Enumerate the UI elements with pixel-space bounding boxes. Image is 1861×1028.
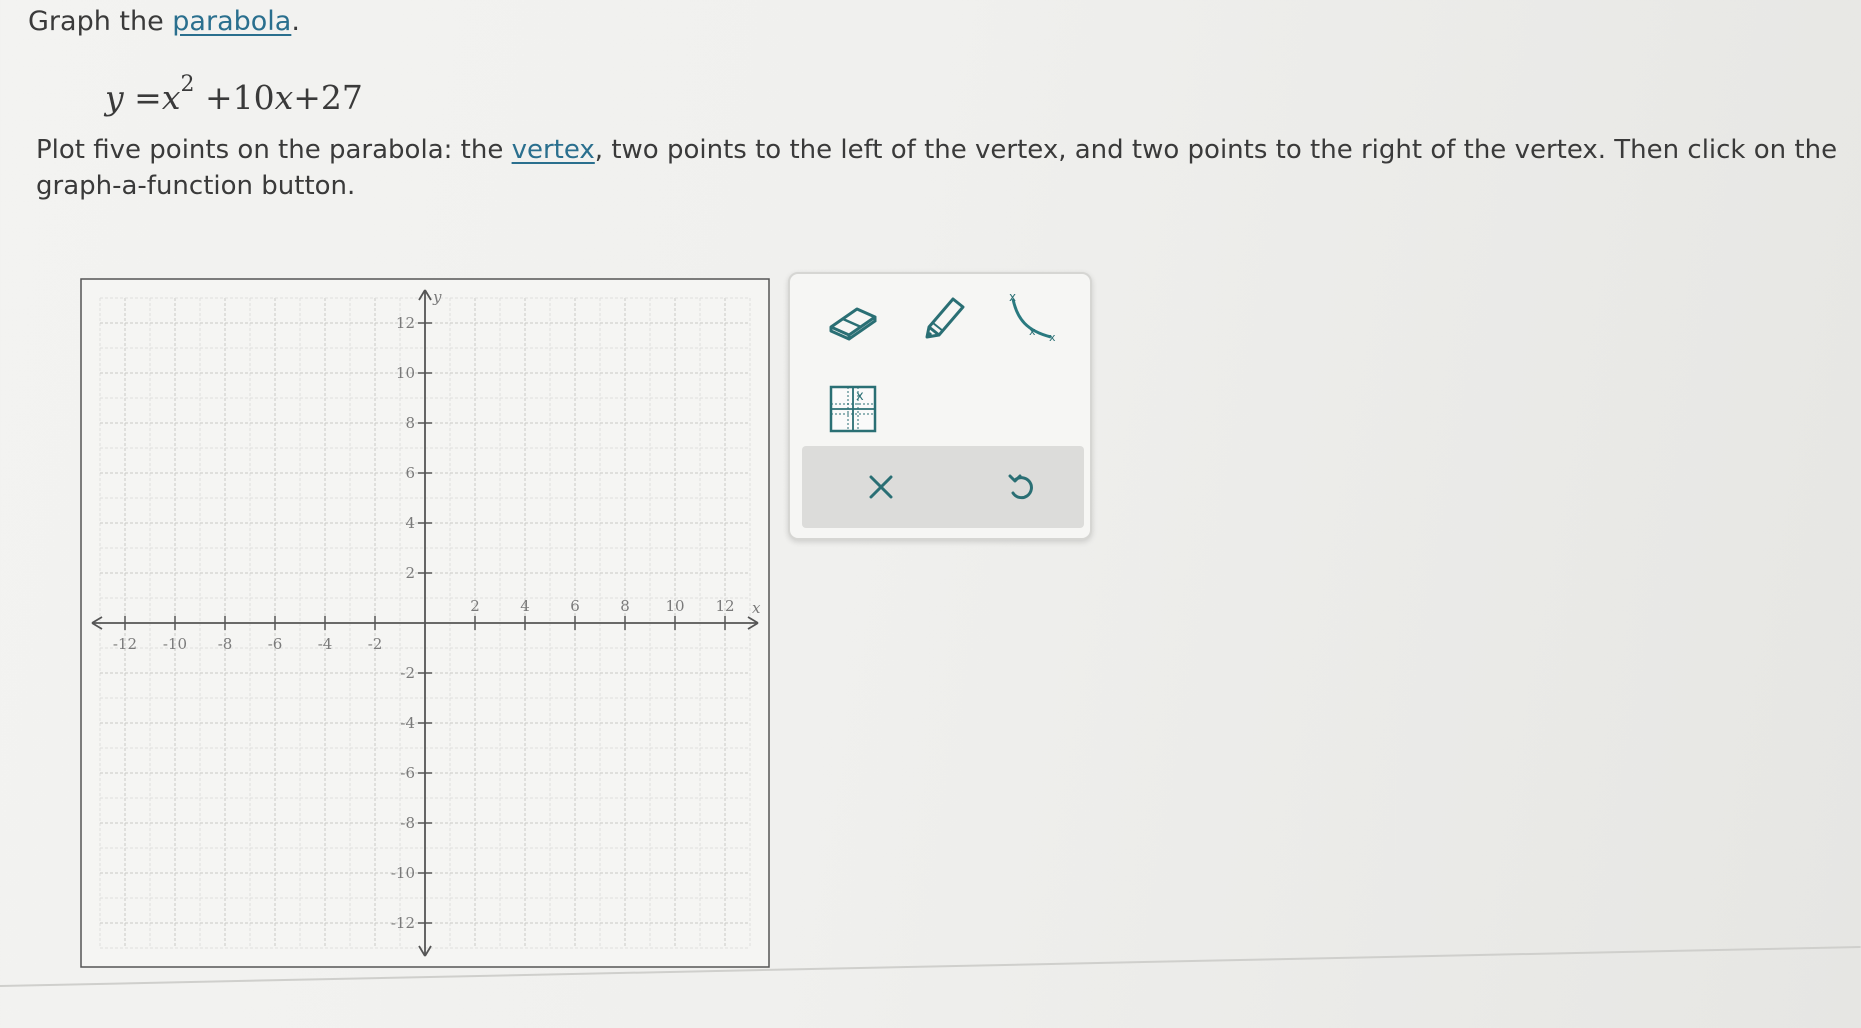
y-tick-label: 4: [405, 514, 415, 532]
y-tick-label: -12: [391, 914, 415, 932]
y-tick-label: -8: [400, 814, 415, 832]
svg-text:x: x: [1049, 331, 1056, 344]
x-tick-label: -2: [368, 635, 383, 653]
y-tick-label: 10: [396, 364, 415, 382]
x-tick-label: 8: [620, 597, 630, 615]
point-grid-tool[interactable]: x: [818, 374, 888, 444]
question-title: Graph the parabola.: [28, 6, 300, 37]
x-tick-label: -4: [318, 635, 333, 653]
clear-button[interactable]: [846, 452, 916, 522]
x-tick-label: 2: [470, 597, 480, 615]
graph-a-function-tool[interactable]: x x x: [998, 284, 1068, 354]
equation-lhs: y: [105, 78, 124, 117]
equation-exponent: 2: [180, 72, 195, 97]
eraser-tool[interactable]: [818, 284, 888, 354]
equation-equals: =: [134, 78, 162, 117]
title-suffix: .: [291, 6, 300, 37]
eraser-icon: [829, 307, 877, 341]
y-tick-label: -4: [400, 714, 415, 732]
y-tick-label: -2: [400, 664, 415, 682]
svg-text:x: x: [856, 389, 864, 404]
coordinate-graph[interactable]: x y -12 -10 -8 -6 -4 -2 2 4 6 8 10 12 12 10 8 6 4 2 -2 -4 -6 -8…: [80, 278, 770, 968]
x-axis-label: x: [752, 599, 761, 617]
graph-toolbar: x x x x: [788, 272, 1092, 540]
graph-canvas[interactable]: x y -12 -10 -8 -6 -4 -2 2 4 6 8 10 12 12 10 8 6 4 2 -2 -4 -6 -8…: [80, 278, 770, 968]
x-tick-label: 6: [570, 597, 580, 615]
undo-button[interactable]: [986, 452, 1056, 522]
vertex-link[interactable]: vertex: [512, 135, 595, 165]
svg-text:x: x: [1029, 325, 1036, 338]
x-tick-label: 12: [715, 597, 734, 615]
equation-const: +27: [293, 78, 363, 117]
y-tick-label: -10: [391, 864, 415, 882]
y-tick-label: 12: [396, 314, 415, 332]
equation-x2: x: [274, 78, 294, 117]
y-tick-label: 2: [405, 564, 415, 582]
title-prefix: Graph the: [28, 6, 173, 37]
equation: y =x2 +10x+27: [105, 72, 363, 117]
parabola-curve-icon: x x x: [1009, 291, 1056, 344]
x-tick-label: -10: [163, 635, 187, 653]
pencil-tool[interactable]: [908, 284, 978, 354]
x-tick-label: -6: [268, 635, 283, 653]
parabola-link[interactable]: parabola: [172, 6, 291, 37]
x-tick-label: 10: [665, 597, 684, 615]
y-tick-label: -6: [400, 764, 415, 782]
undo-icon: [1008, 474, 1033, 500]
pencil-icon: [925, 297, 965, 339]
y-tick-label: 6: [405, 464, 415, 482]
grid-point-icon: x: [829, 385, 877, 433]
equation-x: x: [161, 78, 181, 117]
x-tick-label: -12: [113, 635, 137, 653]
action-bar: [802, 446, 1084, 528]
x-tick-label: 4: [520, 597, 530, 615]
instructions: Plot five points on the parabola: the ve…: [36, 132, 1861, 204]
instruction-text-1: Plot five points on the parabola: the: [36, 135, 512, 165]
y-axis-label: y: [432, 288, 442, 306]
close-icon: [869, 475, 893, 499]
x-tick-label: -8: [218, 635, 233, 653]
svg-text:x: x: [1009, 291, 1016, 304]
y-tick-label: 8: [405, 414, 415, 432]
equation-coef: +10: [204, 78, 275, 117]
